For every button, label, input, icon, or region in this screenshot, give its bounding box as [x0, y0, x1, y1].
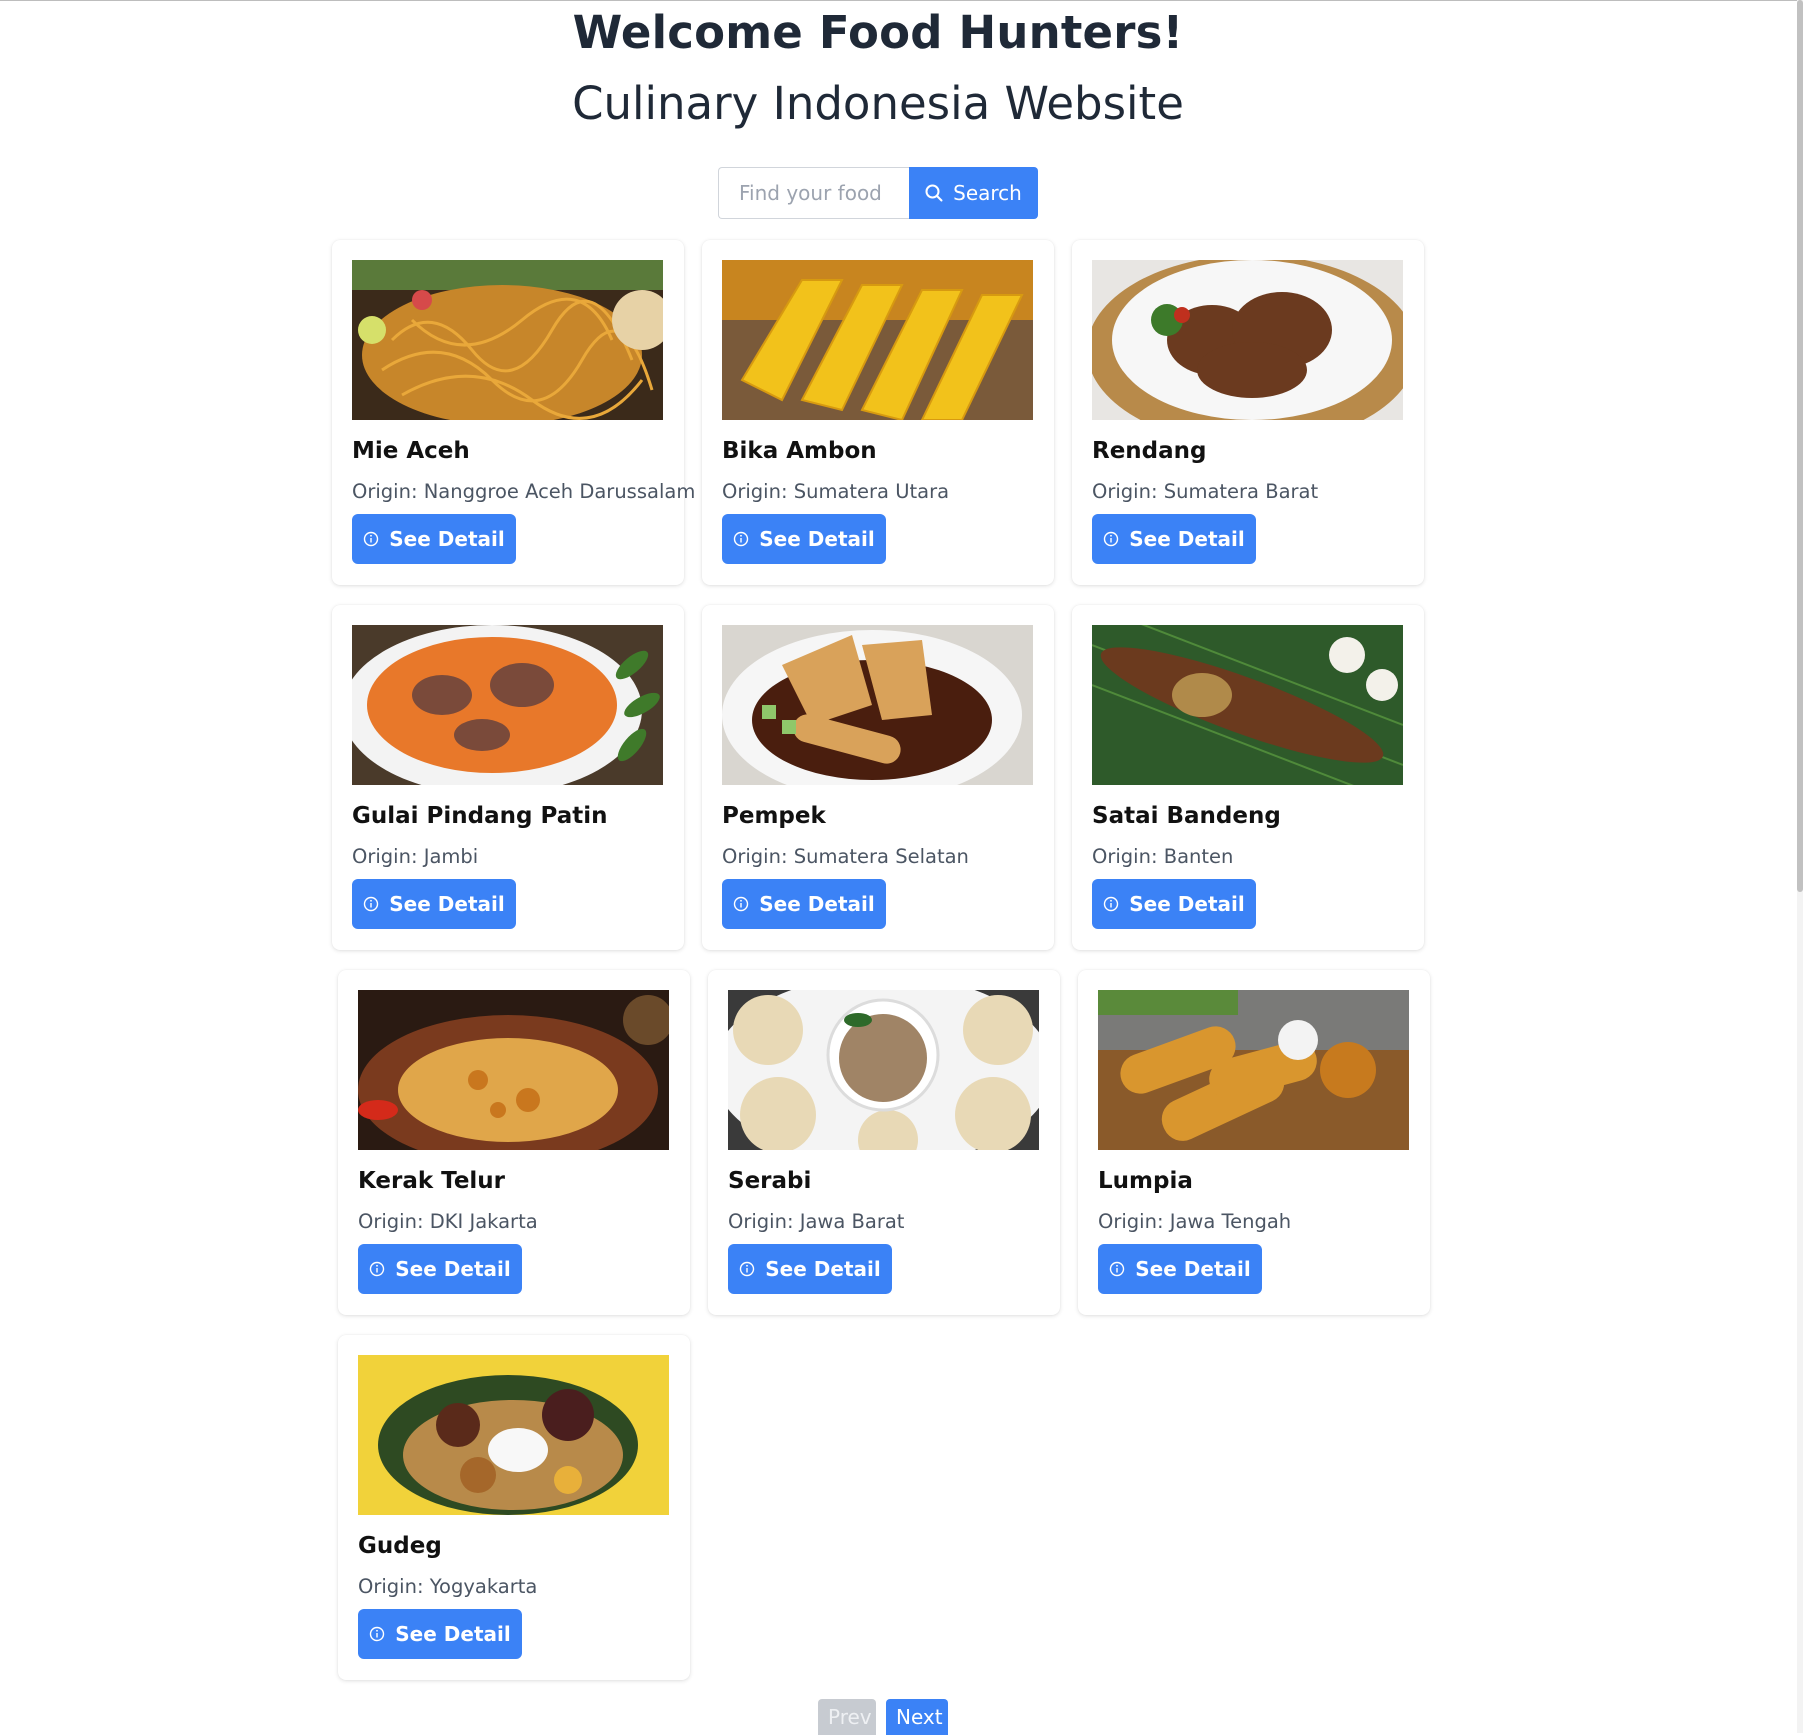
food-card: Bika Ambon Origin: Sumatera Utara See De… — [702, 240, 1054, 585]
food-origin: Origin: Sumatera Selatan — [722, 845, 969, 868]
see-detail-label: See Detail — [759, 892, 875, 916]
food-origin: Origin: Banten — [1092, 845, 1234, 868]
food-origin: Origin: Jawa Barat — [728, 1210, 905, 1233]
see-detail-label: See Detail — [759, 527, 875, 551]
food-name: Bika Ambon — [722, 438, 877, 464]
see-detail-button[interactable]: See Detail — [722, 514, 886, 564]
food-card: Serabi Origin: Jawa Barat See Detail — [708, 970, 1060, 1315]
food-card: Gulai Pindang Patin Origin: Jambi See De… — [332, 605, 684, 950]
kerak-telur-photo — [358, 990, 669, 1150]
scrollbar-thumb[interactable] — [1797, 0, 1803, 892]
gudeg-photo — [358, 1355, 669, 1515]
page-title: Welcome Food Hunters! — [572, 6, 1184, 59]
search-button-label: Search — [953, 181, 1022, 205]
search-button[interactable]: Search — [909, 167, 1038, 219]
food-card: Rendang Origin: Sumatera Barat See Detai… — [1072, 240, 1424, 585]
see-detail-label: See Detail — [395, 1622, 511, 1646]
gulai-pindang-patin-photo — [352, 625, 663, 785]
food-name: Satai Bandeng — [1092, 803, 1281, 829]
search-bar: Search — [718, 167, 1038, 219]
see-detail-button[interactable]: See Detail — [722, 879, 886, 929]
info-icon — [370, 1261, 385, 1277]
search-input[interactable] — [718, 167, 909, 219]
see-detail-button[interactable]: See Detail — [728, 1244, 892, 1294]
food-card: Kerak Telur Origin: DKI Jakarta See Deta… — [338, 970, 690, 1315]
info-icon — [364, 531, 379, 547]
info-icon — [734, 896, 749, 912]
bika-ambon-photo — [722, 260, 1033, 420]
food-origin: Origin: Jawa Tengah — [1098, 1210, 1292, 1233]
see-detail-label: See Detail — [395, 1257, 511, 1281]
food-card: Pempek Origin: Sumatera Selatan See Deta… — [702, 605, 1054, 950]
food-card: Lumpia Origin: Jawa Tengah See Detail — [1078, 970, 1430, 1315]
pagination: Prev Next — [818, 1699, 948, 1735]
info-icon — [1110, 1261, 1125, 1277]
food-origin: Origin: Sumatera Barat — [1092, 480, 1319, 503]
food-origin: Origin: DKI Jakarta — [358, 1210, 538, 1233]
food-origin: Origin: Yogyakarta — [358, 1575, 538, 1598]
see-detail-button[interactable]: See Detail — [1092, 879, 1256, 929]
food-card: Mie Aceh Origin: Nanggroe Aceh Darussala… — [332, 240, 695, 585]
see-detail-button[interactable]: See Detail — [358, 1609, 522, 1659]
food-name: Lumpia — [1098, 1168, 1193, 1194]
info-icon — [1104, 531, 1119, 547]
food-name: Pempek — [722, 803, 826, 829]
see-detail-button[interactable]: See Detail — [1098, 1244, 1262, 1294]
see-detail-label: See Detail — [765, 1257, 881, 1281]
food-name: Rendang — [1092, 438, 1207, 464]
food-name: Gulai Pindang Patin — [352, 803, 608, 829]
see-detail-label: See Detail — [389, 892, 505, 916]
next-page-button[interactable]: Next — [886, 1699, 948, 1735]
food-card: Gudeg Origin: Yogyakarta See Detail — [338, 1335, 690, 1680]
info-icon — [734, 531, 749, 547]
mie-aceh-photo — [352, 260, 663, 420]
serabi-photo — [728, 990, 1039, 1150]
search-icon — [925, 184, 943, 202]
see-detail-button[interactable]: See Detail — [352, 514, 516, 564]
food-name: Mie Aceh — [352, 438, 470, 464]
satai-bandeng-photo — [1092, 625, 1403, 785]
see-detail-label: See Detail — [1135, 1257, 1251, 1281]
food-origin: Origin: Sumatera Utara — [722, 480, 950, 503]
info-icon — [1104, 896, 1119, 912]
see-detail-label: See Detail — [1129, 892, 1245, 916]
food-name: Serabi — [728, 1168, 812, 1194]
see-detail-button[interactable]: See Detail — [358, 1244, 522, 1294]
see-detail-button[interactable]: See Detail — [352, 879, 516, 929]
info-icon — [364, 896, 379, 912]
see-detail-label: See Detail — [389, 527, 505, 551]
pempek-photo — [722, 625, 1033, 785]
prev-page-button[interactable]: Prev — [818, 1699, 876, 1735]
page: Welcome Food Hunters! Culinary Indonesia… — [0, 0, 1797, 1735]
see-detail-button[interactable]: See Detail — [1092, 514, 1256, 564]
food-origin: Origin: Nanggroe Aceh Darussalam — [352, 480, 696, 503]
info-icon — [740, 1261, 755, 1277]
page-subtitle: Culinary Indonesia Website — [572, 77, 1184, 130]
food-card: Satai Bandeng Origin: Banten See Detail — [1072, 605, 1424, 950]
scrollbar-track[interactable] — [1797, 0, 1803, 1733]
food-name: Kerak Telur — [358, 1168, 506, 1194]
rendang-photo — [1092, 260, 1403, 420]
see-detail-label: See Detail — [1129, 527, 1245, 551]
food-name: Gudeg — [358, 1533, 442, 1559]
food-origin: Origin: Jambi — [352, 845, 479, 868]
lumpia-photo — [1098, 990, 1409, 1150]
info-icon — [370, 1626, 385, 1642]
